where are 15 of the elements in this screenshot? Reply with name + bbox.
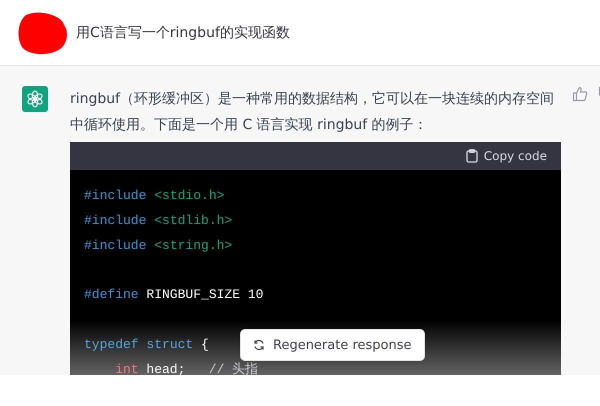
user-message: 用C语言写一个ringbuf的实现函数 — [76, 24, 290, 42]
assistant-message: ringbuf（环形缓冲区）是一种常用的数据结构，它可以在一块连续的内存空间中循环使用。下面是一个用 C 语言实现 ringbuf 的例子： — [70, 90, 556, 135]
code-line: #include <string.h> — [84, 236, 232, 255]
code-line: #include <stdlib.h> — [84, 212, 232, 230]
regenerate-response-button[interactable]: Regenerate response — [240, 329, 425, 361]
code-line: #include <stdio.h> — [84, 187, 224, 205]
code-line: #define RINGBUF_SIZE 10 — [84, 286, 264, 304]
code-line: int head; // 头指 — [115, 360, 258, 375]
refresh-icon — [253, 339, 265, 351]
redaction-mark — [18, 10, 70, 54]
thumbs-up-icon[interactable] — [572, 86, 588, 102]
clipboard-icon — [466, 149, 478, 163]
copy-code-button[interactable]: Copy code — [466, 149, 547, 163]
code-line: typedef struct { — [84, 336, 209, 354]
assistant-avatar-icon — [22, 86, 48, 112]
